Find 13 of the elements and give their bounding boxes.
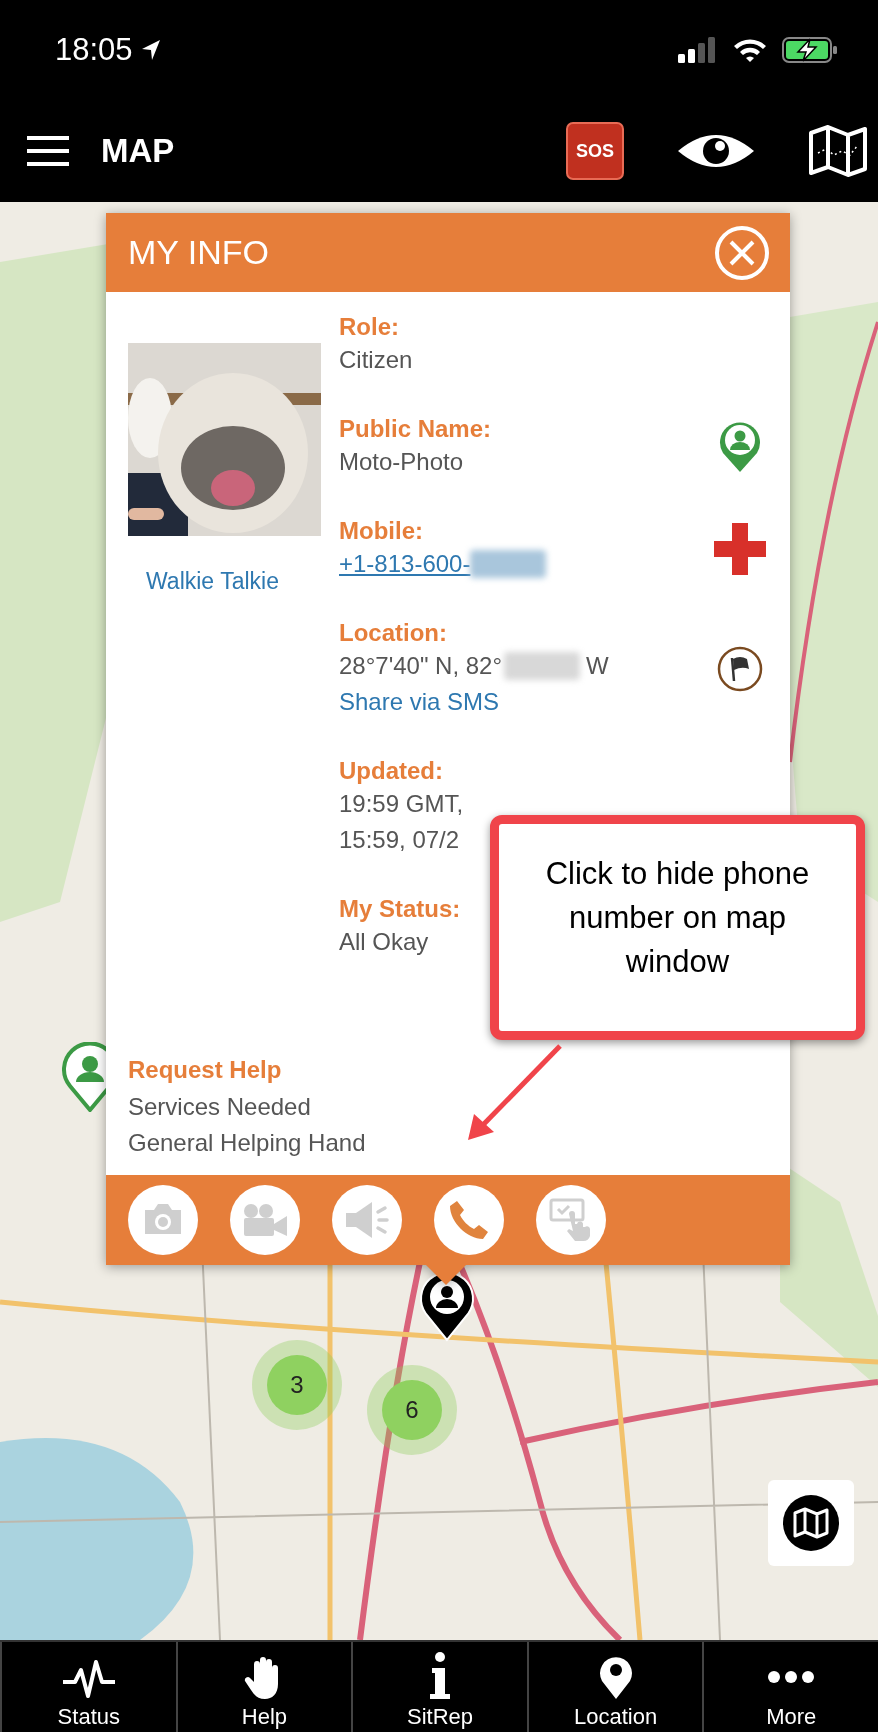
menu-icon[interactable] <box>27 136 69 166</box>
screen-title: MAP <box>101 132 175 170</box>
wifi-icon <box>732 37 768 63</box>
location-arrow-icon <box>140 39 161 61</box>
info-icon <box>428 1652 452 1700</box>
folded-map-icon[interactable] <box>808 125 868 177</box>
signal-icon <box>678 37 718 63</box>
clock-time: 18:05 <box>55 32 133 68</box>
more-icon <box>767 1670 816 1684</box>
pulse-icon <box>60 1660 117 1700</box>
battery-charging-icon <box>782 37 838 63</box>
sos-button[interactable]: SOS <box>566 122 624 180</box>
location-pin-icon <box>597 1654 634 1700</box>
